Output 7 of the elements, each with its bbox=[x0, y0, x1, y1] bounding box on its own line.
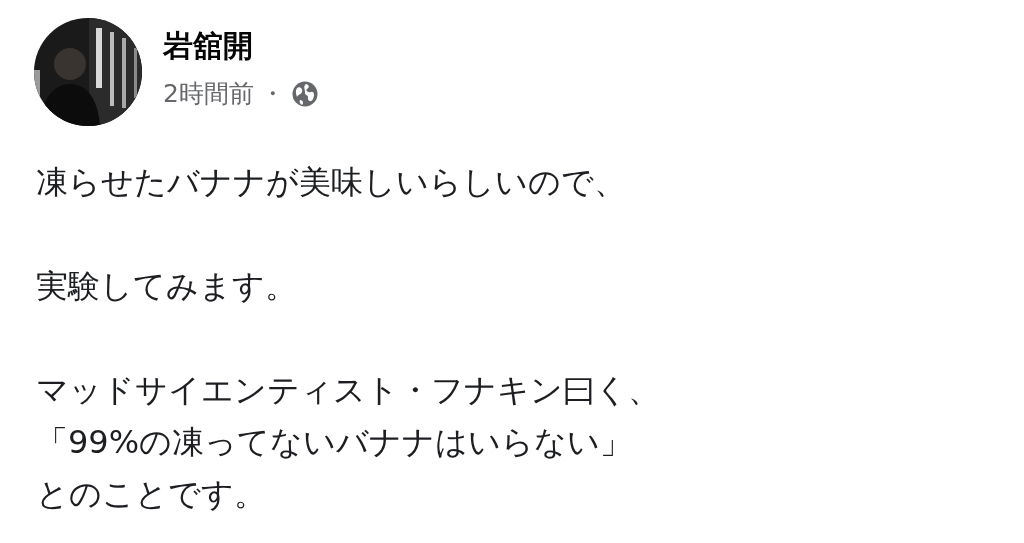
separator-dot: ・ bbox=[259, 78, 285, 110]
post-text: 実験してみます。 bbox=[36, 266, 298, 307]
post-time[interactable]: 2時間前 bbox=[163, 78, 254, 110]
post-text: 凍らせたバナナが美味しいらしいので、 bbox=[36, 162, 627, 203]
author-name[interactable]: 岩舘開 bbox=[163, 28, 319, 64]
post-text: マッドサイエンティスト・フナキン曰く、 「99%の凍ってないバナナはいらない」 とのことです。 bbox=[36, 370, 661, 515]
globe-icon bbox=[290, 80, 319, 108]
